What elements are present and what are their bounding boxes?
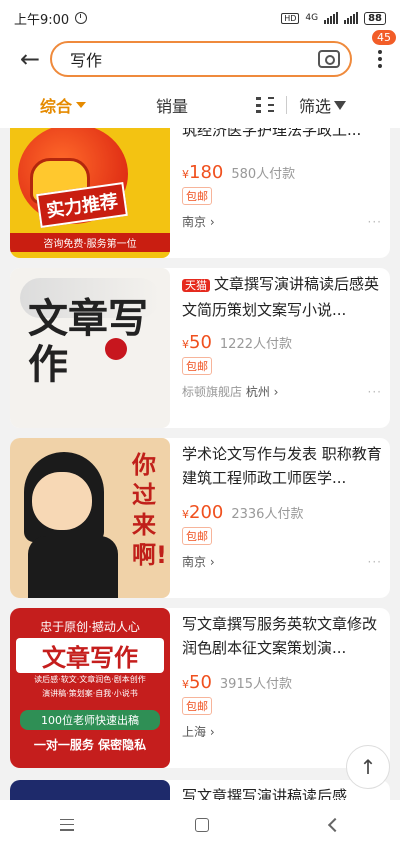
product-card[interactable]: 忠于原创·撼动人心 文章写作 读后感·软文·文章润色·剧本创作 演讲稿·策划案·… [10, 608, 390, 768]
product-title: 写文章撰写服务英软文章修改润色剧本征文案策划演... [182, 615, 378, 657]
alarm-icon [75, 12, 88, 24]
thumb-text: 文章写作 [16, 638, 164, 673]
product-title: 筑经济医学护理法学政工... [182, 128, 362, 139]
sort-comprehensive[interactable]: 综合 [40, 93, 87, 117]
paid-count: 1222人付款 [219, 337, 292, 352]
product-list: 实力推荐 咨询免费·服务第一位 筑经济医学护理法学政工... ¥180 580人… [0, 128, 400, 800]
thumb-text: 忠于原创·撼动人心 [40, 620, 140, 634]
back-to-top-button[interactable]: ↑ [346, 745, 390, 789]
divider [286, 96, 288, 114]
sort-comprehensive-label: 综合 [40, 97, 73, 116]
sort-sales[interactable]: 销量 [156, 93, 188, 117]
thumb-text: 一对一服务 保密隐私 [33, 738, 147, 752]
product-card[interactable]: 实力推荐 咨询免费·服务第一位 筑经济医学护理法学政工... ¥180 580人… [10, 128, 390, 258]
product-title: 学术论文写作与发表 职称教育建筑工程师政工师医学... [182, 445, 382, 487]
thumb-text: 文章写作 [28, 295, 148, 388]
chevron-down-icon [76, 102, 87, 108]
notification-badge: 45 [372, 30, 396, 45]
free-shipping-tag: 包邮 [182, 357, 212, 375]
status-bar: 上午9:00 HD 4G 88 [0, 0, 400, 36]
product-thumbnail: 文章写作 [10, 268, 170, 428]
product-price: ¥50 [182, 332, 212, 353]
search-box[interactable] [50, 41, 352, 77]
product-thumbnail [10, 780, 170, 800]
product-price: ¥200 [182, 502, 224, 523]
location[interactable]: 上海 › [182, 723, 215, 740]
thumb-subtext: 咨询免费·服务第一位 [10, 233, 170, 252]
back-nav-icon[interactable] [327, 817, 342, 832]
product-title: 天猫 文章撰写演讲稿读后感英文简历策划文案写小说... [182, 275, 380, 319]
thumb-text: 读后感·软文·文章润色·剧本创作 [34, 675, 146, 684]
product-thumbnail: 实力推荐 咨询免费·服务第一位 [10, 128, 170, 258]
system-nav-bar [0, 800, 400, 849]
more-menu-button[interactable]: 45 [370, 30, 396, 68]
product-title: 写文章撰写演讲稿读后感 [182, 787, 348, 800]
thumb-text: 你过来啊! [132, 451, 167, 569]
filter-label: 筛选 [299, 97, 332, 116]
thumb-text: 演讲稿·策划案·自我·小说书 [42, 689, 138, 698]
product-card[interactable]: 写文章撰写演讲稿读后感 [10, 780, 390, 800]
back-button[interactable]: ← [10, 39, 50, 79]
product-price: ¥180 [182, 162, 224, 183]
layout-toggle-icon[interactable] [256, 97, 275, 113]
status-time: 上午9:00 [14, 12, 70, 28]
product-thumbnail: 你过来啊! [10, 438, 170, 598]
menu-icon[interactable] [60, 818, 75, 831]
location[interactable]: 南京 › [182, 553, 215, 570]
camera-icon[interactable] [318, 50, 340, 68]
search-header: ← 45 [0, 30, 400, 82]
shop-location[interactable]: 标顿旗舰店 杭州 › [182, 383, 278, 400]
product-thumbnail: 忠于原创·撼动人心 文章写作 读后感·软文·文章润色·剧本创作 演讲稿·策划案·… [10, 608, 170, 768]
more-dots-icon[interactable]: ··· [368, 215, 382, 229]
search-input[interactable] [70, 49, 318, 69]
product-card[interactable]: 文章写作 天猫 文章撰写演讲稿读后感英文简历策划文案写小说... ¥50 1222… [10, 268, 390, 428]
free-shipping-tag: 包邮 [182, 527, 212, 545]
battery-icon: 88 [364, 11, 386, 25]
signal-icon [324, 12, 339, 24]
hd-icon: HD [281, 12, 300, 24]
free-shipping-tag: 包邮 [182, 697, 212, 715]
more-dots-icon[interactable]: ··· [368, 385, 382, 399]
filter-button[interactable]: 筛选 [299, 93, 347, 117]
paid-count: 3915人付款 [219, 677, 292, 692]
thumb-text: 100位老师快速出稿 [20, 710, 160, 730]
location[interactable]: 南京 › [182, 213, 215, 230]
home-icon[interactable] [194, 817, 209, 832]
product-card[interactable]: 你过来啊! 学术论文写作与发表 职称教育建筑工程师政工师医学... ¥200 2… [10, 438, 390, 598]
free-shipping-tag: 包邮 [182, 187, 212, 205]
more-dots-icon[interactable]: ··· [368, 555, 382, 569]
product-price: ¥50 [182, 672, 212, 693]
tmall-badge: 天猫 [182, 279, 210, 292]
signal-icon-2 [344, 12, 359, 24]
sort-bar: 综合 销量 筛选 [0, 82, 400, 128]
network-label: 4G [305, 13, 319, 23]
paid-count: 2336人付款 [231, 507, 304, 522]
paid-count: 580人付款 [231, 167, 296, 182]
filter-icon [334, 100, 347, 110]
